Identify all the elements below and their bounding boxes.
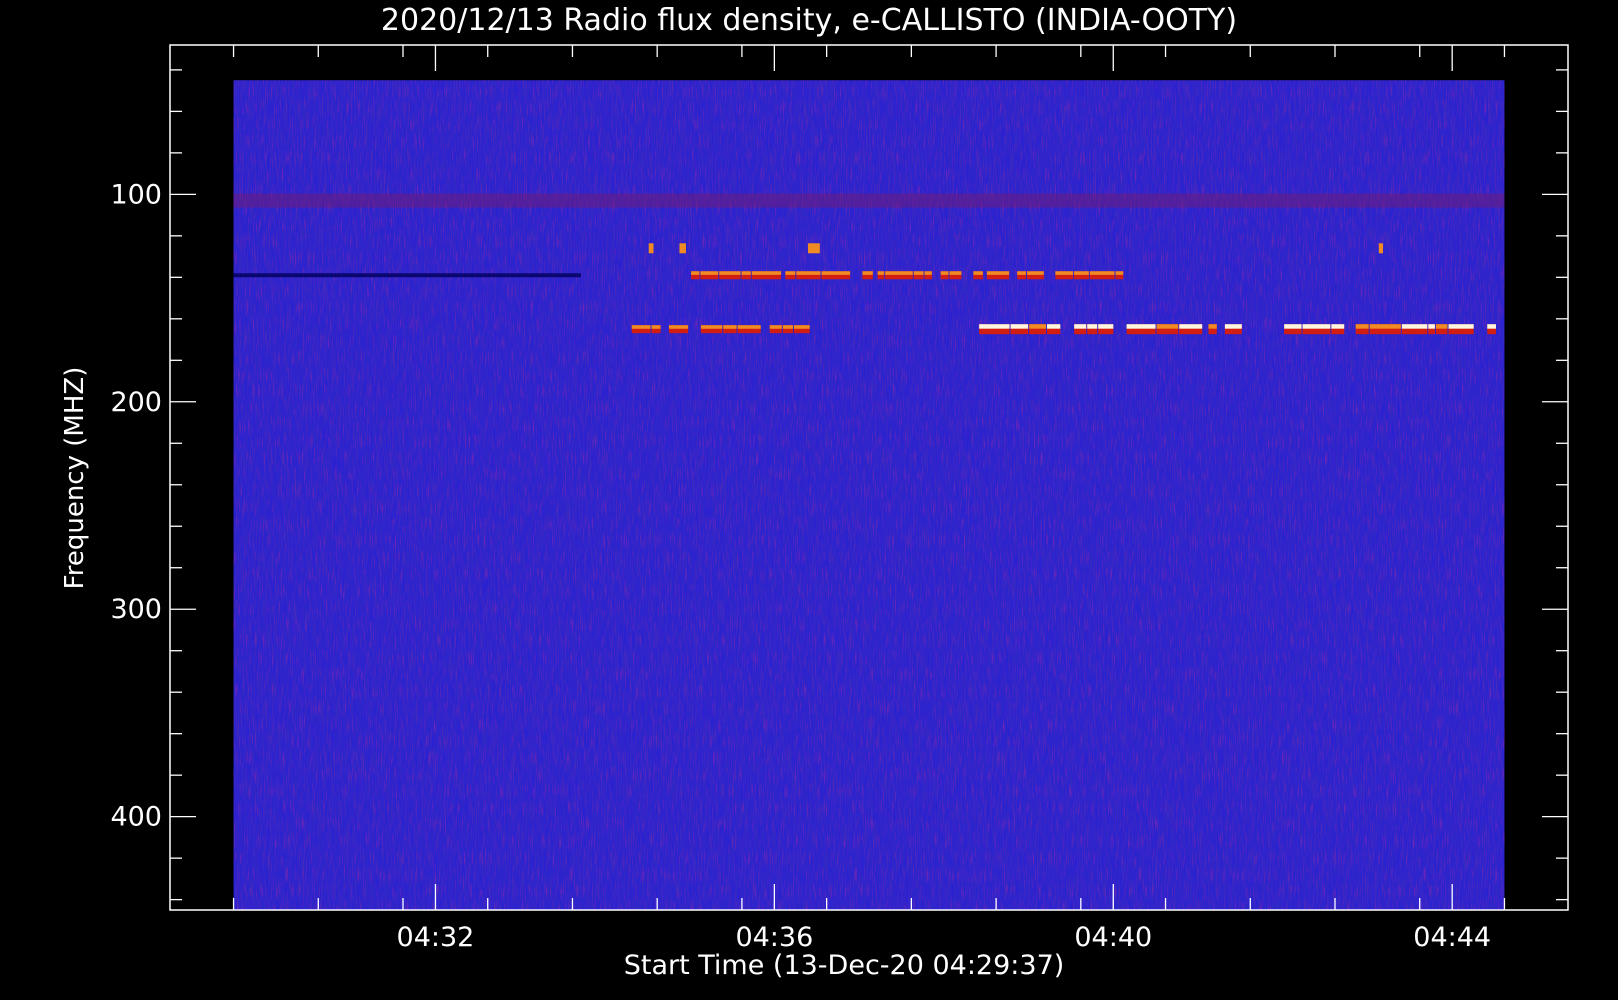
chart-title: 2020/12/13 Radio flux density, e-CALLIST… bbox=[381, 3, 1237, 38]
y-tick-label: 400 bbox=[110, 802, 162, 833]
feature-2 bbox=[1284, 324, 1496, 335]
spectrogram-image bbox=[233, 80, 1505, 910]
y-tick-label: 200 bbox=[110, 387, 162, 418]
x-tick-label: 04:36 bbox=[735, 922, 813, 953]
x-tick-label: 04:40 bbox=[1074, 922, 1152, 953]
x-tick-label: 04:32 bbox=[397, 922, 475, 953]
spectrogram-chart: 100 200 300 400 04:32 04:36 04:40 04:44 2020/12… bbox=[60, 3, 1569, 981]
feature-4 bbox=[233, 273, 581, 278]
feature-0 bbox=[631, 325, 810, 334]
feature-6 bbox=[233, 193, 1505, 208]
y-axis-label: Frequency (MHZ) bbox=[60, 367, 90, 590]
x-axis-label: Start Time (13-Dec-20 04:29:37) bbox=[624, 950, 1065, 981]
feature-3 bbox=[691, 271, 1124, 280]
y-tick-label: 300 bbox=[110, 594, 162, 625]
y-tick-label: 100 bbox=[110, 179, 162, 210]
x-tick-label: 04:44 bbox=[1413, 922, 1491, 953]
